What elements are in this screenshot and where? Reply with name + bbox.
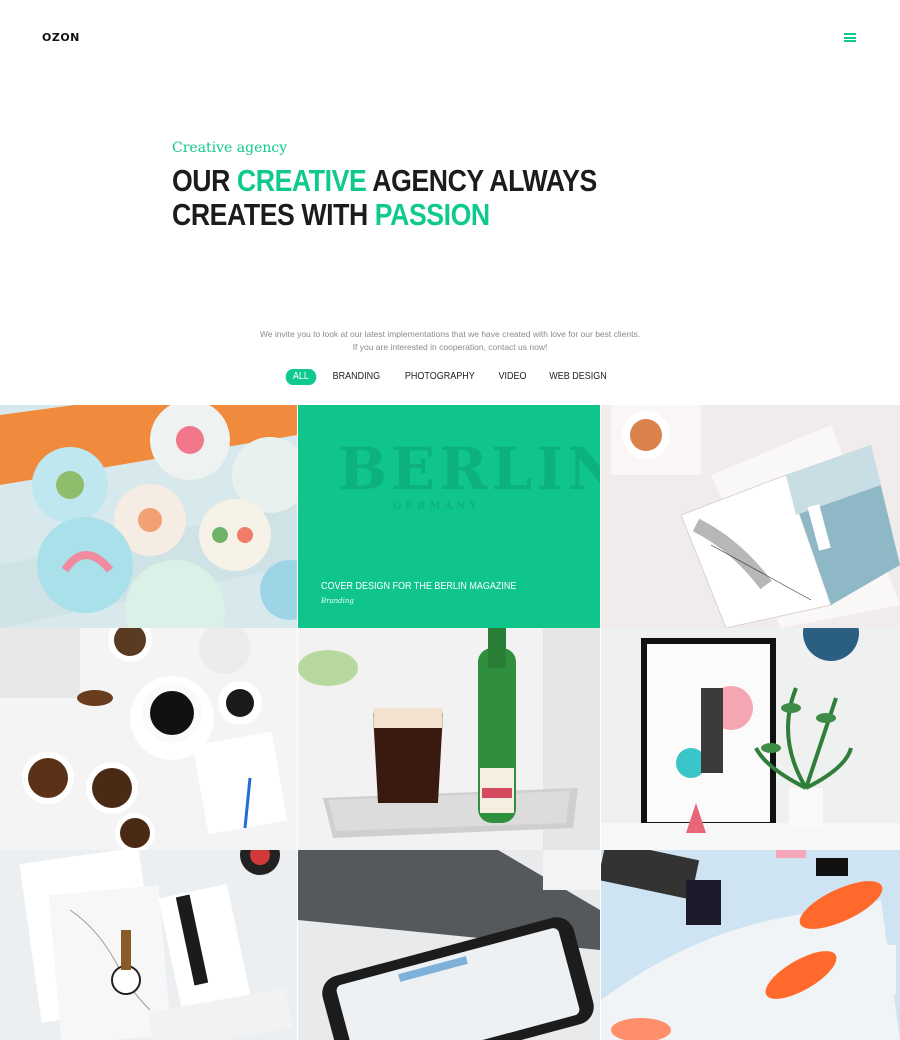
headline-text: AGENCY ALWAYS bbox=[366, 163, 597, 198]
portfolio-item-badges[interactable] bbox=[0, 405, 297, 628]
hero: Creative agency OUR CREATIVE AGENCY ALWA… bbox=[172, 140, 666, 232]
phone-photo bbox=[298, 850, 600, 1040]
intro-text: We invite you to look at our latest impl… bbox=[0, 328, 900, 354]
top-bar: OZON bbox=[0, 0, 900, 75]
portfolio-item-title[interactable]: COVER DESIGN FOR THE BERLIN MAGAZINE bbox=[321, 581, 516, 592]
hamburger-menu-icon[interactable] bbox=[844, 33, 856, 42]
portfolio-item-notebooks[interactable] bbox=[0, 850, 297, 1040]
magazine-photo bbox=[601, 405, 900, 628]
portfolio-item-berlin[interactable]: BERLIN GERMANY COVER DESIGN FOR THE BERL… bbox=[298, 405, 600, 628]
filter-photography[interactable]: PHOTOGRAPHY bbox=[399, 369, 480, 385]
hero-eyebrow: Creative agency bbox=[172, 140, 288, 156]
headline-text: OUR bbox=[172, 163, 237, 198]
portfolio-grid: BERLIN GERMANY COVER DESIGN FOR THE BERL… bbox=[0, 405, 900, 1040]
portfolio-item-frame[interactable] bbox=[601, 628, 900, 850]
portfolio-item-lemonade[interactable] bbox=[298, 628, 600, 850]
ghost-berlin-text: BERLIN bbox=[338, 435, 600, 503]
frame-photo bbox=[601, 628, 900, 850]
ghost-germany-text: GERMANY bbox=[393, 501, 481, 512]
portfolio-item-category[interactable]: Branding bbox=[321, 597, 354, 605]
intro-line: We invite you to look at our latest impl… bbox=[259, 329, 641, 339]
portfolio-item-coffee[interactable] bbox=[0, 628, 297, 850]
portfolio-item-phone[interactable] bbox=[298, 850, 600, 1040]
badges-photo bbox=[0, 405, 297, 628]
portfolio-item-shoes[interactable] bbox=[601, 850, 900, 1040]
filter-all[interactable]: ALL bbox=[286, 369, 317, 385]
lemonade-photo bbox=[298, 628, 600, 850]
filter-video[interactable]: VIDEO bbox=[493, 369, 532, 385]
coffee-photo bbox=[0, 628, 297, 850]
headline-accent: CREATIVE bbox=[236, 163, 367, 198]
logo[interactable]: OZON bbox=[42, 31, 80, 44]
hero-headline: OUR CREATIVE AGENCY ALWAYS CREATES WITH … bbox=[172, 164, 597, 232]
headline-accent: PASSION bbox=[374, 197, 490, 232]
filter-web-design[interactable]: WEB DESIGN bbox=[543, 369, 611, 385]
shoes-photo bbox=[601, 850, 900, 1040]
headline-text: CREATES WITH bbox=[172, 197, 375, 232]
filter-branding[interactable]: BRANDING bbox=[327, 369, 385, 385]
portfolio-filters: ALL BRANDING PHOTOGRAPHY VIDEO WEB DESIG… bbox=[0, 369, 900, 385]
notebooks-photo bbox=[0, 850, 297, 1040]
portfolio-item-magazine[interactable] bbox=[601, 405, 900, 628]
intro-line: If you are interested in cooperation, co… bbox=[352, 342, 548, 352]
